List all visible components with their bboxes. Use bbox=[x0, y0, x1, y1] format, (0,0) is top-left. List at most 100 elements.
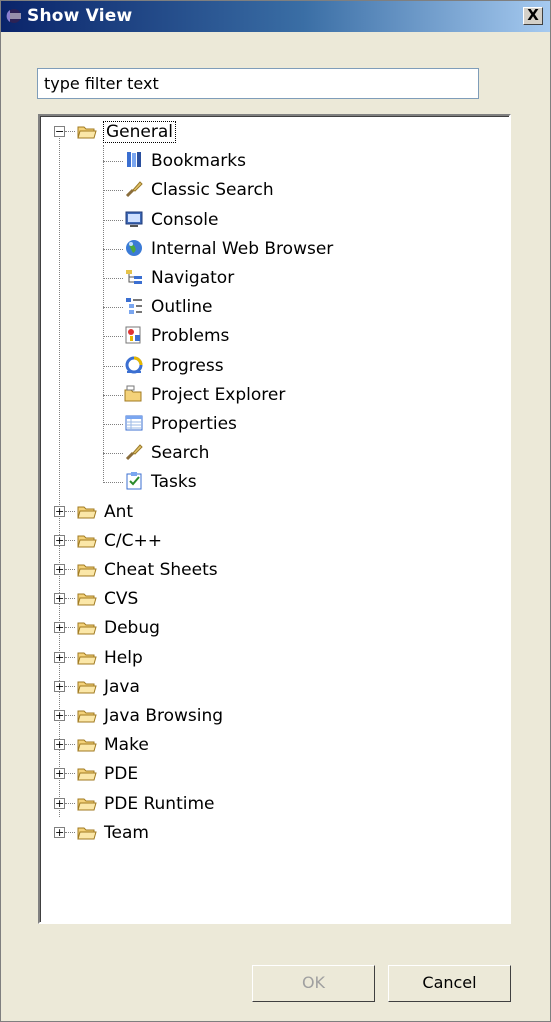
tree-item-label: Navigator bbox=[151, 268, 235, 288]
tree-item-java-browsing[interactable]: + Java Browsing bbox=[40, 702, 509, 731]
ok-button[interactable]: OK bbox=[252, 965, 375, 1002]
tree-connector bbox=[65, 715, 75, 716]
tree-item-label: PDE bbox=[104, 764, 139, 785]
tree-item-java[interactable]: + Java bbox=[40, 673, 509, 702]
tree-item-debug[interactable]: + Debug bbox=[40, 614, 509, 643]
cancel-button[interactable]: Cancel bbox=[388, 965, 511, 1002]
tree-item-make[interactable]: + Make bbox=[40, 731, 509, 760]
folder-icon bbox=[77, 677, 97, 697]
project-explorer-icon bbox=[124, 384, 144, 404]
tree-connector bbox=[65, 773, 75, 775]
expand-toggle[interactable]: + bbox=[54, 564, 65, 575]
tree-item-general[interactable]: − General bbox=[40, 118, 509, 147]
tree-connector bbox=[103, 190, 123, 192]
tree-item-label: Search bbox=[151, 443, 210, 464]
tree-item-label: Properties bbox=[151, 414, 237, 434]
tree-item-label: Tasks bbox=[151, 472, 197, 493]
tree-item-internal-web-browser[interactable]: Internal Web Browser bbox=[40, 235, 509, 264]
tree-connector bbox=[65, 831, 75, 833]
tree-connector bbox=[65, 569, 75, 570]
show-view-dialog: Show View X − General Bookmarks Classic Sea… bbox=[0, 0, 551, 1022]
dialog-title: Show View bbox=[27, 6, 133, 26]
folder-icon bbox=[77, 531, 97, 551]
tree-connector bbox=[103, 145, 104, 483]
tree-item-classic-search[interactable]: Classic Search bbox=[40, 176, 509, 205]
tree-item-search[interactable]: Search bbox=[40, 439, 509, 468]
tree-item-outline[interactable]: Outline bbox=[40, 293, 509, 322]
tree-connector bbox=[103, 482, 123, 484]
tree-connector bbox=[103, 394, 123, 396]
tree-item-c-c-[interactable]: + C/C++ bbox=[40, 527, 509, 556]
tree-item-label: Cheat Sheets bbox=[104, 560, 218, 580]
view-tree[interactable]: − General Bookmarks Classic Search Console In… bbox=[38, 114, 511, 924]
expand-toggle[interactable]: + bbox=[54, 534, 65, 546]
close-button[interactable]: X bbox=[523, 7, 543, 25]
tree-item-ant[interactable]: + Ant bbox=[40, 498, 509, 527]
tree-connector bbox=[103, 453, 123, 455]
tree-item-tasks[interactable]: Tasks bbox=[40, 468, 509, 497]
tree-item-label: Problems bbox=[151, 326, 230, 347]
tree-connector bbox=[65, 656, 75, 658]
tree-item-label: Java bbox=[104, 676, 140, 697]
expand-toggle[interactable]: + bbox=[54, 826, 65, 838]
progress-icon bbox=[124, 355, 144, 375]
folder-icon bbox=[77, 764, 97, 784]
expand-toggle[interactable]: + bbox=[54, 651, 65, 663]
expand-toggle[interactable]: + bbox=[54, 797, 65, 809]
tree-connector bbox=[65, 802, 75, 804]
tree-item-label: Java Browsing bbox=[104, 706, 224, 726]
tree-connector bbox=[103, 336, 123, 338]
expand-toggle[interactable]: + bbox=[54, 680, 65, 692]
folder-icon bbox=[77, 502, 97, 522]
expand-toggle[interactable]: + bbox=[54, 768, 65, 780]
tree-item-help[interactable]: + Help bbox=[40, 644, 509, 673]
tree-item-navigator[interactable]: Navigator bbox=[40, 264, 509, 293]
tree-item-label: Console bbox=[151, 209, 219, 230]
tree-connector bbox=[103, 219, 123, 221]
folder-icon bbox=[77, 648, 97, 668]
tree-item-label: Internal Web Browser bbox=[151, 238, 334, 259]
folder-icon bbox=[77, 560, 97, 580]
tree-item-cvs[interactable]: + CVS bbox=[40, 585, 509, 614]
expand-toggle[interactable]: + bbox=[54, 505, 65, 517]
expand-toggle[interactable]: + bbox=[54, 593, 65, 605]
tree-connector bbox=[103, 248, 123, 250]
tree-item-pde-runtime[interactable]: + PDE Runtime bbox=[40, 790, 509, 819]
tree-item-team[interactable]: + Team bbox=[40, 819, 509, 848]
tree-connector bbox=[65, 685, 75, 687]
tree-connector bbox=[103, 307, 123, 309]
tree-item-cheat-sheets[interactable]: + Cheat Sheets bbox=[40, 556, 509, 585]
tree-item-pde[interactable]: + PDE bbox=[40, 760, 509, 789]
tree-item-label: Classic Search bbox=[151, 180, 274, 201]
folder-icon bbox=[77, 706, 97, 726]
tree-item-progress[interactable]: Progress bbox=[40, 352, 509, 381]
tree-item-label: Bookmarks bbox=[151, 151, 246, 172]
tree-item-problems[interactable]: Problems bbox=[40, 322, 509, 351]
expand-toggle[interactable]: + bbox=[54, 739, 65, 751]
tree-item-label: Ant bbox=[104, 501, 134, 522]
tree-item-project-explorer[interactable]: Project Explorer bbox=[40, 381, 509, 410]
eclipse-icon bbox=[6, 9, 21, 23]
tree-connector bbox=[103, 424, 123, 425]
bookmarks-icon bbox=[124, 150, 144, 170]
web-browser-icon bbox=[124, 238, 144, 258]
tree-item-console[interactable]: Console bbox=[40, 206, 509, 235]
folder-icon bbox=[77, 589, 97, 609]
tree-connector bbox=[65, 598, 75, 600]
problems-icon bbox=[124, 325, 144, 345]
collapse-toggle[interactable]: − bbox=[54, 126, 65, 137]
title-bar[interactable]: Show View X bbox=[1, 1, 550, 32]
filter-input[interactable] bbox=[37, 68, 479, 99]
tree-item-bookmarks[interactable]: Bookmarks bbox=[40, 147, 509, 176]
tree-item-label: Outline bbox=[151, 297, 213, 318]
search-icon bbox=[124, 442, 144, 462]
tree-item-label: Team bbox=[104, 822, 149, 843]
expand-toggle[interactable]: + bbox=[54, 622, 65, 634]
tree-connector bbox=[103, 278, 123, 279]
tree-item-label: C/C++ bbox=[104, 530, 162, 551]
tasks-icon bbox=[124, 471, 144, 491]
tree-item-properties[interactable]: Properties bbox=[40, 410, 509, 439]
tree-connector bbox=[103, 161, 123, 163]
tree-connector bbox=[65, 510, 75, 512]
expand-toggle[interactable]: + bbox=[54, 710, 65, 721]
